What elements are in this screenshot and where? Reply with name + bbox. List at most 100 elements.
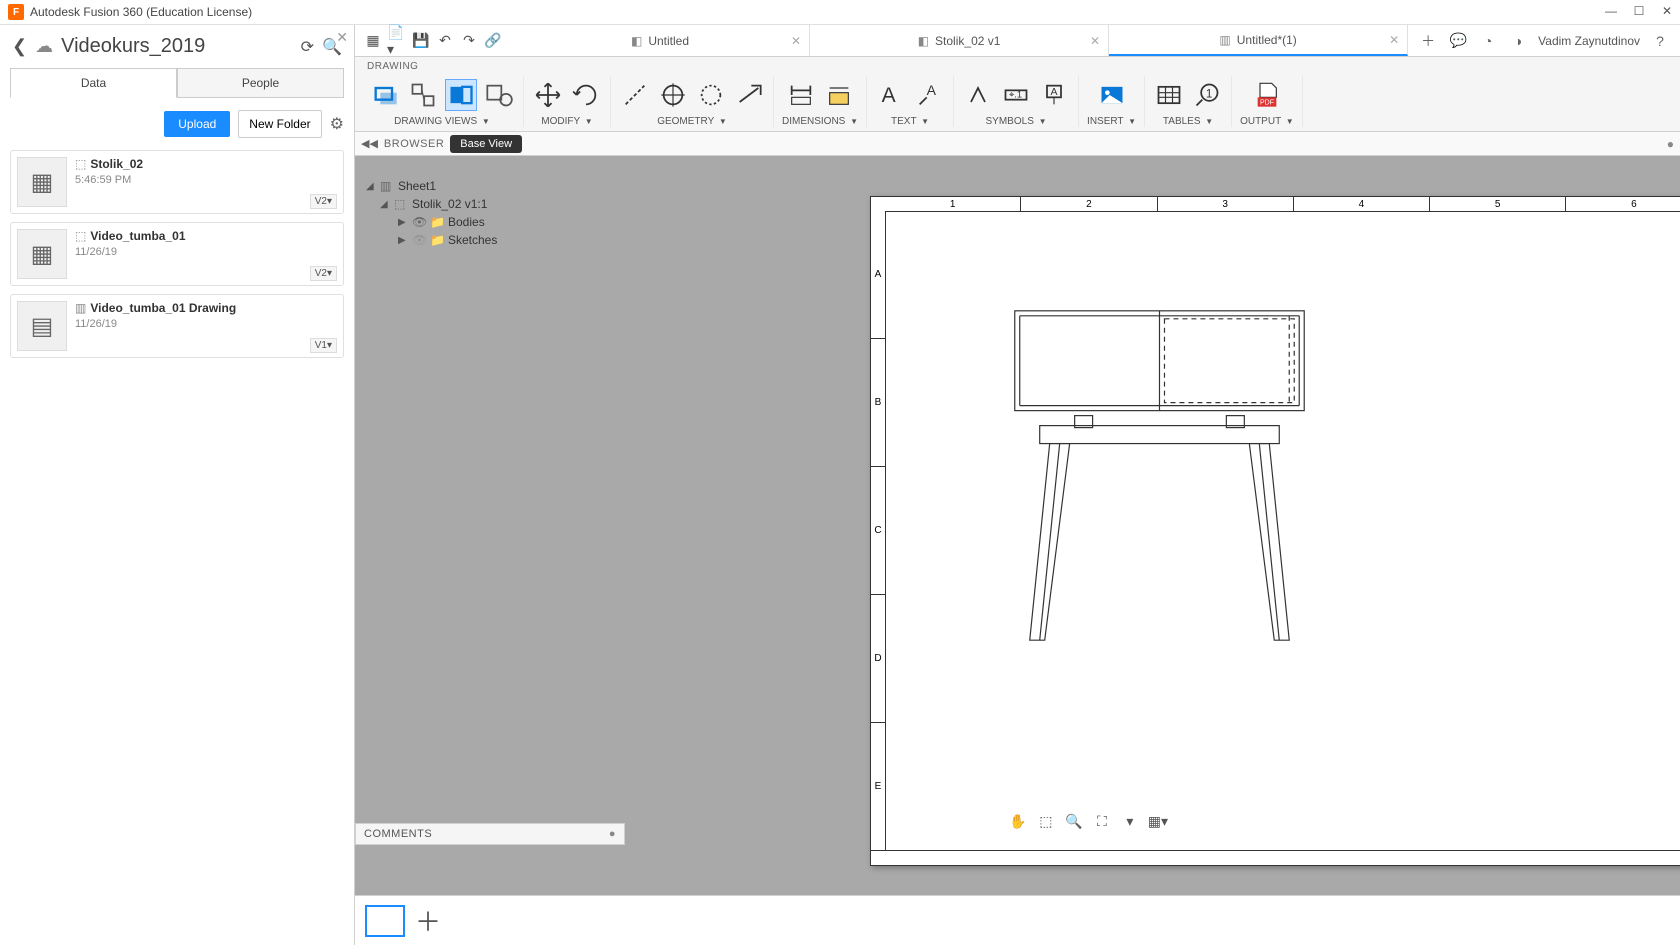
comments-panel-header[interactable]: COMMENTS ●: [355, 823, 625, 845]
add-sheet-button[interactable]: ＋: [415, 902, 441, 939]
ruler-cell: 3: [1158, 197, 1294, 211]
tree-bodies-node[interactable]: ▶ 👁 📁 Bodies: [362, 213, 501, 231]
centerline-button[interactable]: [619, 79, 651, 111]
sheet-thumbnail[interactable]: [365, 905, 405, 937]
redo-button[interactable]: ↷: [459, 31, 479, 51]
tab-strip: ▦ 📄▾ 💾 ↶ ↷ 🔗 ◧ Untitled ✕ ◧ Stolik_02 v1…: [355, 25, 1680, 57]
window-maximize-button[interactable]: ☐: [1632, 4, 1646, 18]
group-label[interactable]: MODIFY ▼: [541, 116, 592, 127]
comments-toggle-icon[interactable]: ●: [609, 828, 616, 840]
refresh-button[interactable]: ⟳: [301, 37, 314, 57]
help-icon[interactable]: ?: [1650, 31, 1670, 51]
group-label[interactable]: INSERT ▼: [1087, 116, 1136, 127]
group-label[interactable]: DIMENSIONS ▼: [782, 116, 858, 127]
layout-grid-icon[interactable]: ▦▾: [1148, 811, 1168, 831]
expand-icon[interactable]: ▶: [398, 235, 408, 246]
tab-close-button[interactable]: ✕: [1389, 33, 1399, 47]
fit-icon[interactable]: ⛶: [1092, 811, 1112, 831]
ribbon-context-label: DRAWING: [355, 57, 1680, 76]
new-folder-button[interactable]: New Folder: [238, 110, 321, 138]
file-version-dropdown[interactable]: V1▾: [310, 338, 337, 353]
output-pdf-button[interactable]: PDF: [1251, 79, 1283, 111]
insert-image-button[interactable]: [1096, 79, 1128, 111]
group-label[interactable]: OUTPUT ▼: [1240, 116, 1294, 127]
app-grid-icon[interactable]: ▦: [363, 31, 383, 51]
drawing-view[interactable]: [885, 211, 1680, 852]
dimension-button[interactable]: [785, 79, 817, 111]
surface-texture-button[interactable]: [962, 79, 994, 111]
group-label[interactable]: TEXT ▼: [891, 116, 929, 127]
browser-collapse-icon[interactable]: ◀◀: [361, 137, 378, 150]
sheet-footer: ＋: [355, 895, 1680, 945]
upload-button[interactable]: Upload: [164, 111, 230, 137]
file-item[interactable]: ▦ ⬚ Stolik_02 5:46:59 PM V2▾: [10, 150, 344, 214]
extensions-icon[interactable]: ◑: [1508, 31, 1528, 51]
group-label[interactable]: DRAWING VIEWS ▼: [394, 116, 490, 127]
ruler-cell: 1: [885, 197, 1021, 211]
file-thumbnail-icon: ▦: [17, 157, 67, 207]
folder-icon: 📁: [430, 215, 444, 229]
people-tab[interactable]: People: [177, 68, 344, 98]
pan-icon[interactable]: ✋: [1008, 811, 1028, 831]
file-item[interactable]: ▤ ▥ Video_tumba_01 Drawing 11/26/19 V1▾: [10, 294, 344, 358]
group-label[interactable]: TABLES ▼: [1163, 116, 1213, 127]
feature-control-frame-button[interactable]: ⌖.1: [1000, 79, 1032, 111]
data-panel-close-button[interactable]: ✕: [336, 29, 348, 46]
group-label[interactable]: SYMBOLS ▼: [986, 116, 1047, 127]
expand-icon[interactable]: ◢: [380, 199, 390, 210]
group-label[interactable]: GEOMETRY ▼: [657, 116, 727, 127]
leader-text-button[interactable]: A: [913, 79, 945, 111]
window-close-button[interactable]: ✕: [1660, 4, 1674, 18]
expand-icon[interactable]: ◢: [366, 181, 376, 192]
table-button[interactable]: [1153, 79, 1185, 111]
tree-sheet-node[interactable]: ◢ ▥ Sheet1: [362, 177, 501, 195]
file-item[interactable]: ▦ ⬚ Video_tumba_01 11/26/19 V2▾: [10, 222, 344, 286]
drawing-canvas[interactable]: 1 2 3 4 5 6 7 8 A B C D E A: [355, 156, 1680, 895]
file-version-dropdown[interactable]: V2▾: [310, 194, 337, 209]
tab-close-button[interactable]: ✕: [1090, 34, 1100, 48]
tab-label: Stolik_02 v1: [935, 34, 1000, 48]
link-button[interactable]: 🔗: [483, 31, 503, 51]
visibility-icon[interactable]: 👁: [412, 215, 426, 229]
data-tab[interactable]: Data: [10, 68, 177, 98]
ordinate-dimension-button[interactable]: [823, 79, 855, 111]
drawing-sheet: 1 2 3 4 5 6 7 8 A B C D E A: [870, 196, 1680, 866]
tab-close-button[interactable]: ✕: [791, 34, 801, 48]
file-menu-button[interactable]: 📄▾: [387, 31, 407, 51]
rotate-button[interactable]: [570, 79, 602, 111]
expand-icon[interactable]: ▶: [398, 217, 408, 228]
new-tab-button[interactable]: ＋: [1418, 31, 1438, 51]
file-name: Video_tumba_01: [90, 229, 185, 243]
ruler-cell: 5: [1430, 197, 1566, 211]
balloon-button[interactable]: 1: [1191, 79, 1223, 111]
document-tab[interactable]: ◧ Untitled ✕: [511, 25, 810, 56]
datum-button[interactable]: A: [1038, 79, 1070, 111]
visibility-off-icon[interactable]: 👁: [412, 233, 426, 247]
document-tab[interactable]: ▥ Untitled*(1) ✕: [1109, 25, 1408, 56]
file-version-dropdown[interactable]: V2▾: [310, 266, 337, 281]
job-status-icon[interactable]: ◔: [1478, 31, 1498, 51]
display-settings-icon[interactable]: ▾: [1120, 811, 1140, 831]
center-mark-button[interactable]: [657, 79, 689, 111]
projected-view-button[interactable]: [407, 79, 439, 111]
tree-component-node[interactable]: ◢ ⬚ Stolik_02 v1:1: [362, 195, 501, 213]
undo-button[interactable]: ↶: [435, 31, 455, 51]
zoom-icon[interactable]: 🔍: [1064, 811, 1084, 831]
notifications-icon[interactable]: 💬: [1448, 31, 1468, 51]
move-button[interactable]: [532, 79, 564, 111]
document-tab[interactable]: ◧ Stolik_02 v1 ✕: [810, 25, 1109, 56]
tree-sketches-node[interactable]: ▶ 👁 📁 Sketches: [362, 231, 501, 249]
user-name[interactable]: Vadim Zaynutdinov: [1538, 34, 1640, 48]
data-panel-back-button[interactable]: ❮: [12, 36, 27, 57]
text-button[interactable]: A: [875, 79, 907, 111]
detail-view-button[interactable]: [483, 79, 515, 111]
section-view-button[interactable]: [445, 79, 477, 111]
browser-settings-icon[interactable]: ●: [1667, 137, 1674, 151]
edge-extension-button[interactable]: [733, 79, 765, 111]
window-minimize-button[interactable]: —: [1604, 4, 1618, 18]
settings-gear-icon[interactable]: ⚙: [330, 114, 344, 134]
save-button[interactable]: 💾: [411, 31, 431, 51]
center-pattern-button[interactable]: [695, 79, 727, 111]
base-view-button[interactable]: [369, 79, 401, 111]
zoom-window-icon[interactable]: ⬚: [1036, 811, 1056, 831]
